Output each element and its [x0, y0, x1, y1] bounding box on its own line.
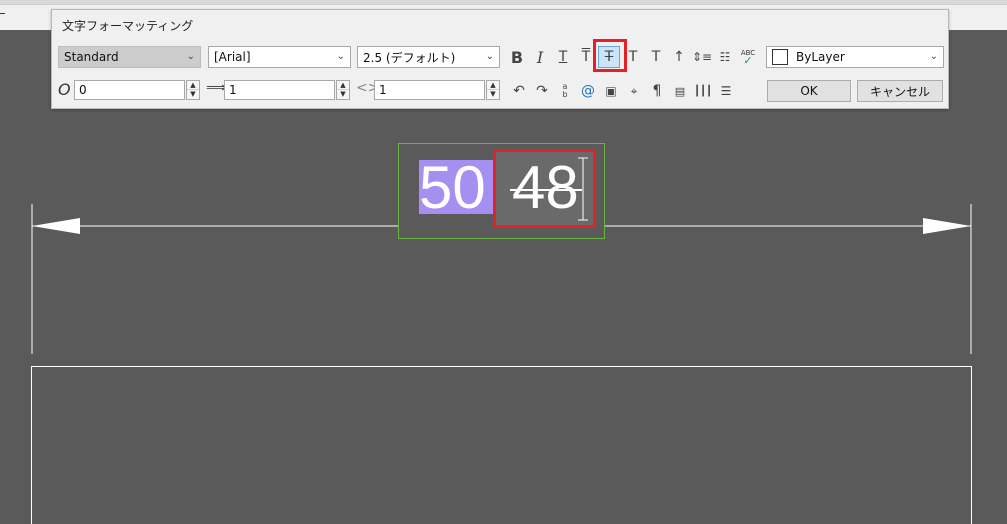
oblique-angle-spinner[interactable]: ▲ ▼ [186, 80, 200, 100]
stack-b-icon: b [562, 90, 568, 99]
style-combo-value: Standard [64, 50, 119, 64]
font-combo[interactable]: [Arial] ⌄ [208, 46, 351, 68]
subscript-icon: T [651, 49, 661, 65]
justify-icon: ▤ [674, 84, 686, 98]
spellcheck-button[interactable]: ABC ✓ [737, 46, 759, 68]
arrowhead-right [923, 218, 971, 234]
height-combo-value: 2.5 (デフォルト) [363, 50, 456, 65]
superscript-button[interactable]: T [622, 46, 644, 68]
strikethrough-line [510, 189, 582, 191]
height-combo[interactable]: 2.5 (デフォルト) ⌄ [357, 46, 500, 68]
fit-icon: ⌖ [630, 83, 638, 98]
spin-down-icon[interactable]: ▼ [337, 90, 349, 99]
width-factor-spinner[interactable]: ▲ ▼ [486, 80, 500, 100]
arrowhead-left [32, 218, 80, 234]
spin-up-icon[interactable]: ▲ [337, 81, 349, 90]
dialog-title: 文字フォーマッティング [62, 19, 194, 33]
chevron-down-icon: ⌄ [929, 51, 938, 62]
ruler-icon: ┃┃┃ [693, 85, 713, 97]
font-combo-value: [Arial] [214, 50, 251, 64]
bold-button[interactable]: B [506, 46, 528, 68]
color-swatch [772, 49, 788, 65]
undo-button[interactable]: ↶ [508, 80, 530, 102]
columns-icon: ☷ [719, 50, 731, 64]
oblique-angle-icon: O [58, 80, 71, 99]
width-factor-input[interactable]: 1 [374, 80, 485, 100]
bold-icon: B [510, 47, 524, 67]
line-spacing-icon: ⇕≡ [691, 50, 713, 64]
ok-button[interactable]: OK [767, 80, 851, 102]
style-combo[interactable]: Standard ⌄ [58, 46, 201, 68]
color-combo[interactable]: ByLayer ⌄ [766, 46, 944, 68]
subscript-button[interactable]: T [645, 46, 667, 68]
chevron-down-icon: ⌄ [336, 51, 345, 62]
redo-icon: ↷ [536, 83, 548, 99]
line-spacing-button[interactable]: ⇕≡ [691, 46, 713, 68]
stack-icon: ↑ [673, 49, 685, 65]
oblique-angle-input[interactable]: 0 [74, 80, 185, 100]
paragraph-button[interactable]: ¶ [646, 80, 668, 102]
undo-icon: ↶ [513, 83, 525, 99]
italic-icon: I [536, 47, 544, 67]
italic-button[interactable]: I [529, 46, 551, 68]
color-combo-value: ByLayer [796, 50, 845, 64]
spin-up-icon[interactable]: ▲ [187, 81, 199, 90]
numbered-list-icon: ☰ [720, 84, 732, 98]
insert-field-button[interactable]: ▣ [600, 80, 622, 102]
redo-button[interactable]: ↷ [531, 80, 553, 102]
paragraph-icon: ¶ [652, 83, 662, 99]
tracking-spinner[interactable]: ▲ ▼ [336, 80, 350, 100]
drawing-rectangle [31, 366, 972, 524]
stack-fraction-button[interactable]: a b [554, 80, 576, 102]
numbering-button[interactable]: ☰ [715, 80, 737, 102]
chevron-down-icon: ⌄ [186, 51, 195, 62]
text-formatting-dialog: 文字フォーマッティング Standard ⌄ [Arial] ⌄ 2.5 (デフ… [51, 9, 949, 109]
editor-selected-text[interactable]: 50 [419, 158, 486, 218]
overline-icon: T [581, 49, 591, 65]
justify-button[interactable]: ▤ [669, 80, 691, 102]
stack-button[interactable]: ↑ [668, 46, 690, 68]
spin-down-icon[interactable]: ▼ [487, 90, 499, 99]
underline-button[interactable]: T [552, 46, 574, 68]
fit-button[interactable]: ⌖ [623, 80, 645, 102]
text-cursor-icon [578, 157, 588, 221]
tracking-input[interactable]: 1 [224, 80, 335, 100]
underline-icon: T [558, 49, 568, 65]
at-symbol-icon: @ [581, 83, 595, 99]
check-icon: ✓ [743, 54, 753, 67]
superscript-icon: T [628, 49, 638, 65]
cancel-button[interactable]: キャンセル [857, 80, 943, 102]
symbol-button[interactable]: @ [577, 80, 599, 102]
chevron-down-icon: ⌄ [485, 51, 494, 62]
spin-down-icon[interactable]: ▼ [187, 90, 199, 99]
columns-button[interactable]: ☷ [714, 46, 736, 68]
ruler-button[interactable]: ┃┃┃ [692, 80, 714, 102]
field-icon: ▣ [605, 84, 617, 98]
spin-up-icon[interactable]: ▲ [487, 81, 499, 90]
